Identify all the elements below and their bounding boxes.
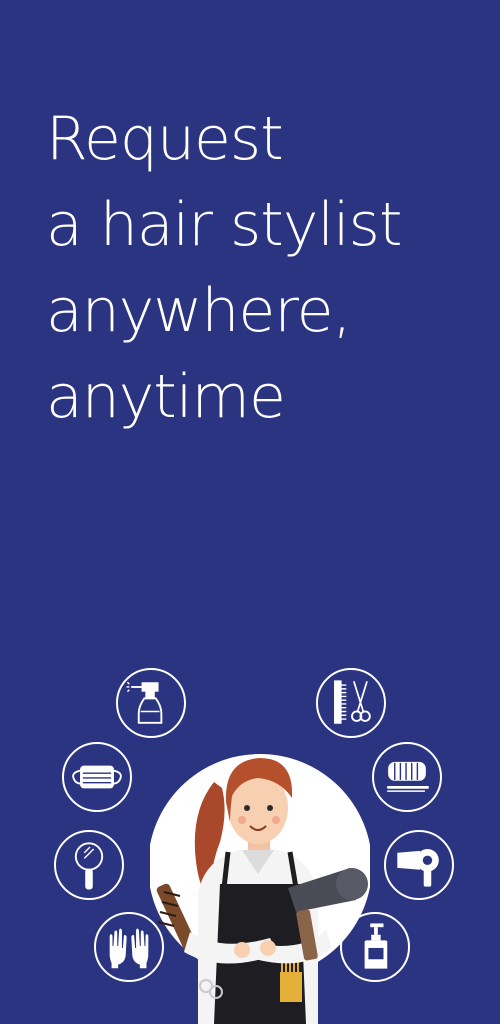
comb-and-scissors-icon <box>316 668 386 738</box>
stylist-illustration <box>0 650 500 1024</box>
headline-line-1: Request <box>46 104 284 174</box>
spray-bottle-icon <box>116 668 186 738</box>
hand-mirror-icon <box>54 830 124 900</box>
headline-line-3: anywhere, <box>46 276 352 346</box>
hairstylist-figure <box>150 742 370 1024</box>
face-mask-icon <box>62 742 132 812</box>
headline-line-4: anytime <box>46 362 286 432</box>
hair-dryer-icon <box>384 830 454 900</box>
headline-line-2: a hair stylist <box>46 190 402 260</box>
headline: Request a hair stylist anywhere, anytime <box>46 96 402 440</box>
hair-rollers-icon <box>372 742 442 812</box>
